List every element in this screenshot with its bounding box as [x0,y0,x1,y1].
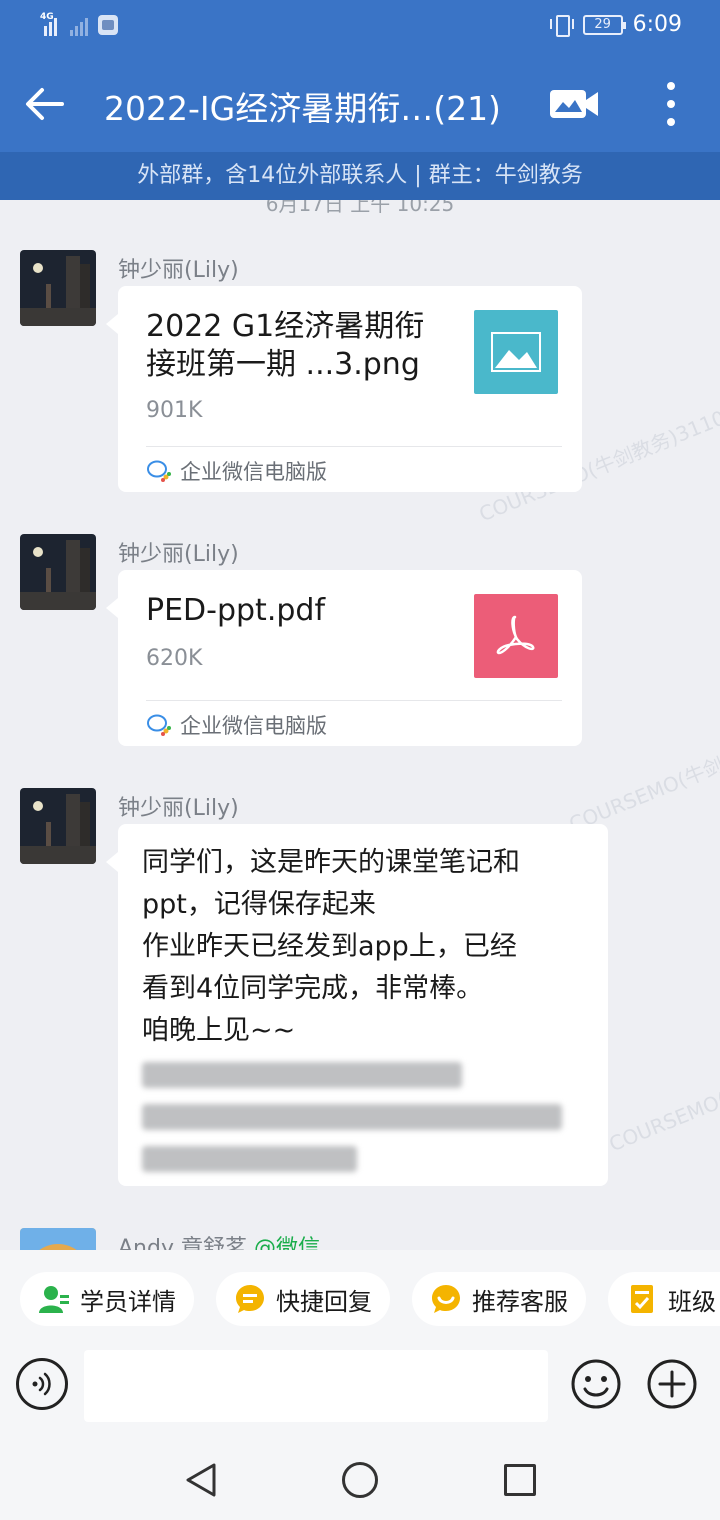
voice-input-button[interactable] [16,1358,68,1410]
chip-label: 快捷回复 [276,1287,372,1316]
watermark: COURSEMO(牛剑教务)3110 [565,715,720,837]
more-actions-button[interactable] [646,1358,698,1410]
wecom-icon [147,460,171,482]
quick-reply-chip[interactable]: 快捷回复 [216,1272,390,1326]
emoji-icon [571,1359,621,1409]
wechat-tag: @微信 [253,1236,320,1250]
message-text-line: 看到4位同学完成，非常棒。 [142,973,484,1004]
emoji-button[interactable] [570,1358,622,1410]
vibrate-icon [549,13,574,37]
sender-name-text: Andy 章舒茗 [118,1236,247,1250]
file-name: PED-ppt.pdf [146,593,326,628]
sender-name: Andy 章舒茗 @微信 [118,1230,320,1250]
avatar[interactable] [20,788,96,864]
nav-home-icon[interactable] [342,1462,378,1498]
plus-icon [647,1359,697,1409]
sender-name: 钟少丽(Lily) [118,258,239,283]
system-nav-bar [0,1440,720,1520]
student-detail-icon [39,1286,69,1313]
chip-label: 学员详情 [80,1287,176,1316]
video-meeting-icon[interactable] [548,86,600,122]
recommend-service-chip[interactable]: 推荐客服 [412,1272,586,1326]
file-message-bubble[interactable]: PED-ppt.pdf 620K 企业微信电脑版 [106,570,582,746]
file-size: 901K [146,398,203,423]
sender-name: 钟少丽(Lily) [118,796,239,821]
file-name: 2022 G1经济暑期衔接班第一期 ...3.png [146,309,425,382]
file-source-label: 企业微信电脑版 [180,460,327,484]
message-input[interactable] [84,1350,548,1422]
recommend-service-icon [432,1285,460,1313]
message-input-bar [0,1346,720,1440]
avatar[interactable] [20,534,96,610]
image-file-icon [474,310,558,394]
network-type-label: 4G [40,12,54,22]
redacted-mentions [142,1052,584,1094]
divider [146,700,562,701]
battery-icon: 29 [582,14,626,35]
class-chip[interactable]: 班级 [608,1272,720,1326]
avatar[interactable] [20,1228,96,1250]
status-bar: 4G 29 6:09 [0,0,720,56]
battery-level: 29 [594,17,611,32]
file-source: 企业微信电脑版 [146,456,327,486]
wecom-icon [147,714,171,736]
redacted-mentions [142,1094,584,1136]
file-size: 620K [146,646,203,671]
sim-card-icon [98,15,118,35]
student-detail-chip[interactable]: 学员详情 [20,1272,194,1326]
back-arrow-icon[interactable] [22,82,66,126]
file-message-bubble[interactable]: 2022 G1经济暑期衔接班第一期 ...3.png 901K 企业微信电脑版 [106,286,582,492]
signal-icon: 4G [40,12,62,36]
voice-icon [32,1372,51,1396]
message-text-line: 同学们，这是昨天的课堂笔记和 [142,847,520,878]
text-message-bubble[interactable]: 同学们，这是昨天的课堂笔记和 ppt，记得保存起来 作业昨天已经发到app上，已… [106,824,608,1186]
message-text-line: ppt，记得保存起来 [142,889,376,920]
pdf-file-icon [474,594,558,678]
divider [146,446,562,447]
class-icon [631,1285,653,1313]
chat-title: 2022-IG经济暑期衔…(21) [104,89,501,128]
file-source-label: 企业微信电脑版 [180,714,327,738]
signal-secondary-icon [66,14,88,36]
watermark: COURSEMO(牛剑教务)3110 [605,1035,720,1157]
avatar[interactable] [20,250,96,326]
group-info-banner[interactable]: 外部群，含14位外部联系人 | 群主：牛剑教务 [0,152,720,200]
chat-area[interactable]: 6月17日 上午 10:25 COURSEMO(牛剑教务)3110 COURSE… [0,200,720,1250]
app-header: 2022-IG经济暑期衔…(21) [0,56,720,152]
redacted-mentions [142,1136,584,1178]
signal-indicators: 4G [40,12,118,36]
more-options-icon[interactable] [656,82,686,126]
quick-reply-icon [236,1285,264,1313]
message-timestamp: 6月17日 上午 10:25 [265,200,455,216]
sender-name: 钟少丽(Lily) [118,542,239,567]
chip-label: 班级 [668,1287,716,1316]
nav-back-icon[interactable] [184,1462,218,1498]
nav-recent-apps-icon[interactable] [504,1464,536,1496]
quick-actions-bar: 学员详情 快捷回复 推荐客服 班级 [0,1250,720,1346]
message-text-line: 咱晚上见~~ [142,1015,296,1046]
status-time: 6:09 [632,12,682,37]
chip-label: 推荐客服 [472,1287,568,1316]
file-source: 企业微信电脑版 [146,710,327,740]
message-text-line: 作业昨天已经发到app上，已经 [142,931,517,962]
